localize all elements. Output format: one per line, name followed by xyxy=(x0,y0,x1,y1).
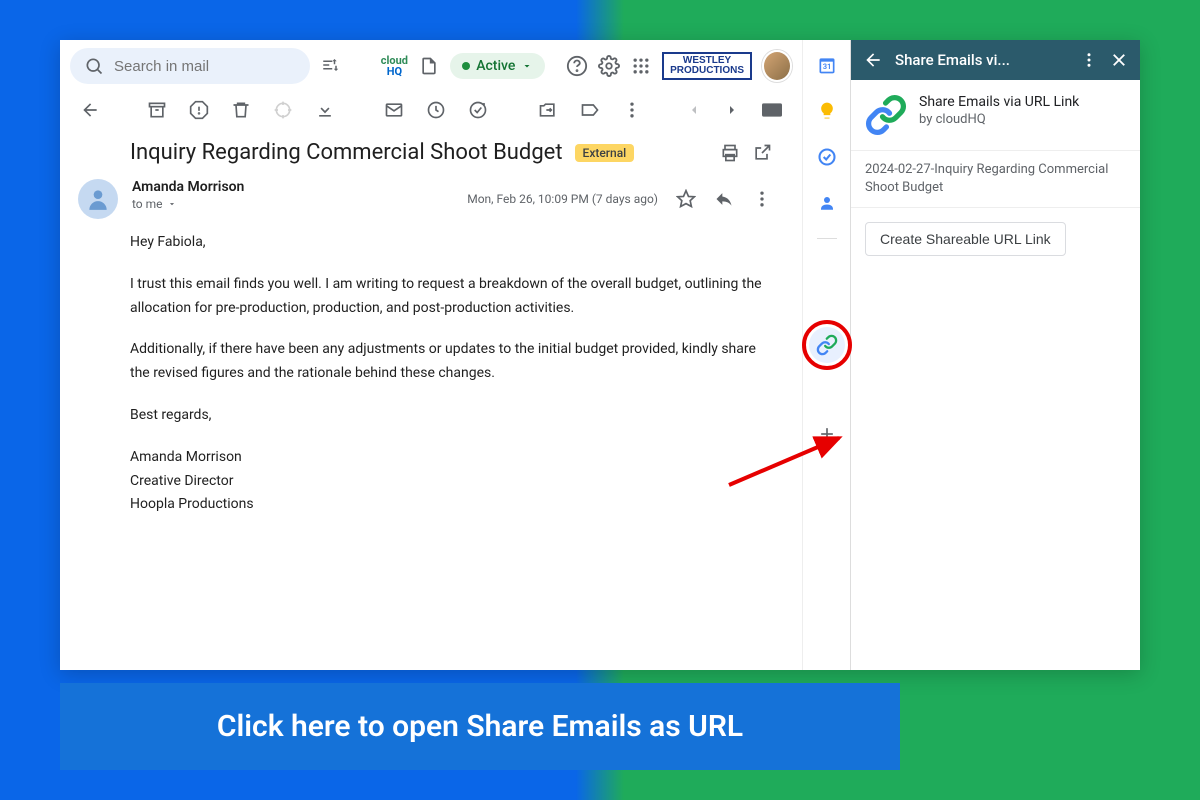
reply-icon[interactable] xyxy=(714,189,734,209)
email-meta: Mon, Feb 26, 10:09 PM (7 days ago) xyxy=(467,179,772,219)
sig-name: Amanda Morrison xyxy=(130,449,242,465)
share-panel: Share Emails vi... Share Emails via URL … xyxy=(850,40,1140,670)
prev-icon[interactable] xyxy=(686,100,702,120)
share-link-addon-icon[interactable] xyxy=(809,327,845,363)
archive-icon[interactable] xyxy=(147,100,167,120)
sender-name: Amanda Morrison xyxy=(132,179,453,195)
filter-icon[interactable] xyxy=(320,54,342,78)
target-icon[interactable] xyxy=(273,100,293,120)
cloudhq-logo[interactable]: cloud HQ xyxy=(381,55,408,77)
add-task-icon[interactable] xyxy=(468,100,488,120)
next-icon[interactable] xyxy=(724,100,740,120)
instruction-caption: Click here to open Share Emails as URL xyxy=(60,683,900,770)
email-header: Inquiry Regarding Commercial Shoot Budge… xyxy=(60,128,802,169)
open-new-icon[interactable] xyxy=(752,143,772,163)
link-logo-icon xyxy=(865,94,907,136)
panel-header-title: Share Emails vi... xyxy=(895,51,1068,69)
active-status-chip[interactable]: Active xyxy=(450,53,545,79)
star-icon[interactable] xyxy=(676,189,696,209)
search-icon xyxy=(84,56,104,76)
svg-text:31: 31 xyxy=(822,62,831,71)
email-p1: I trust this email finds you well. I am … xyxy=(130,273,772,321)
back-icon[interactable] xyxy=(80,100,100,120)
delete-icon[interactable] xyxy=(231,100,251,120)
spam-icon[interactable] xyxy=(189,100,209,120)
keyboard-icon[interactable] xyxy=(762,100,782,120)
email-greeting: Hey Fabiola, xyxy=(130,231,772,255)
panel-back-icon[interactable] xyxy=(863,50,883,70)
external-badge: External xyxy=(575,144,635,162)
sender-avatar[interactable] xyxy=(78,179,118,219)
print-icon[interactable] xyxy=(720,143,740,163)
email-meta-row: Amanda Morrison to me Mon, Feb 26, 10:09… xyxy=(60,169,802,225)
panel-subject: 2024-02-27-Inquiry Regarding Commercial … xyxy=(851,150,1140,208)
more-vert-icon[interactable] xyxy=(752,189,772,209)
keep-addon-icon[interactable] xyxy=(816,100,838,122)
active-label: Active xyxy=(476,58,515,74)
email-toolbar xyxy=(60,92,802,128)
user-avatar[interactable] xyxy=(762,50,792,82)
sig-title: Creative Director xyxy=(130,473,233,489)
chevron-down-icon xyxy=(167,199,177,209)
panel-info-text: Share Emails via URL Link by cloudHQ xyxy=(919,94,1079,127)
help-icon[interactable] xyxy=(565,54,587,78)
sender-info: Amanda Morrison to me xyxy=(132,179,453,219)
panel-by-text: by cloudHQ xyxy=(919,112,1079,127)
panel-close-icon[interactable] xyxy=(1110,51,1128,69)
company-logo[interactable]: WESTLEY PRODUCTIONS xyxy=(662,52,752,80)
download-icon[interactable] xyxy=(315,100,335,120)
add-addon-icon[interactable] xyxy=(816,423,838,445)
app-window: cloud HQ Active WESTLEY xyxy=(60,40,1140,670)
email-closing: Best regards, xyxy=(130,404,772,428)
mark-unread-icon[interactable] xyxy=(384,100,404,120)
document-icon[interactable] xyxy=(418,54,440,78)
gmail-pane: cloud HQ Active WESTLEY xyxy=(60,40,802,670)
label-icon[interactable] xyxy=(580,100,600,120)
tasks-addon-icon[interactable] xyxy=(816,146,838,168)
create-link-button[interactable]: Create Shareable URL Link xyxy=(865,222,1066,256)
addon-sidebar: 31 xyxy=(802,40,850,670)
contacts-addon-icon[interactable] xyxy=(816,192,838,214)
email-subject: Inquiry Regarding Commercial Shoot Budge… xyxy=(130,140,563,165)
gmail-topbar: cloud HQ Active WESTLEY xyxy=(60,40,802,92)
email-date: Mon, Feb 26, 10:09 PM (7 days ago) xyxy=(467,192,658,206)
apps-grid-icon[interactable] xyxy=(630,54,652,78)
sidebar-divider xyxy=(817,238,837,239)
sig-company: Hoopla Productions xyxy=(130,496,254,512)
calendar-addon-icon[interactable]: 31 xyxy=(816,54,838,76)
panel-title-text: Share Emails via URL Link xyxy=(919,94,1079,110)
search-bar[interactable] xyxy=(70,48,310,84)
sender-to[interactable]: to me xyxy=(132,197,453,211)
move-icon[interactable] xyxy=(538,100,558,120)
settings-icon[interactable] xyxy=(598,54,620,78)
panel-more-icon[interactable] xyxy=(1080,51,1098,69)
chevron-down-icon xyxy=(521,60,533,72)
snooze-icon[interactable] xyxy=(426,100,446,120)
panel-info: Share Emails via URL Link by cloudHQ xyxy=(851,80,1140,150)
status-dot-icon xyxy=(462,62,470,70)
search-input[interactable] xyxy=(114,58,313,75)
email-p2: Additionally, if there have been any adj… xyxy=(130,338,772,386)
more-icon[interactable] xyxy=(622,100,642,120)
email-body: Hey Fabiola, I trust this email finds yo… xyxy=(60,225,802,537)
panel-header: Share Emails vi... xyxy=(851,40,1140,80)
